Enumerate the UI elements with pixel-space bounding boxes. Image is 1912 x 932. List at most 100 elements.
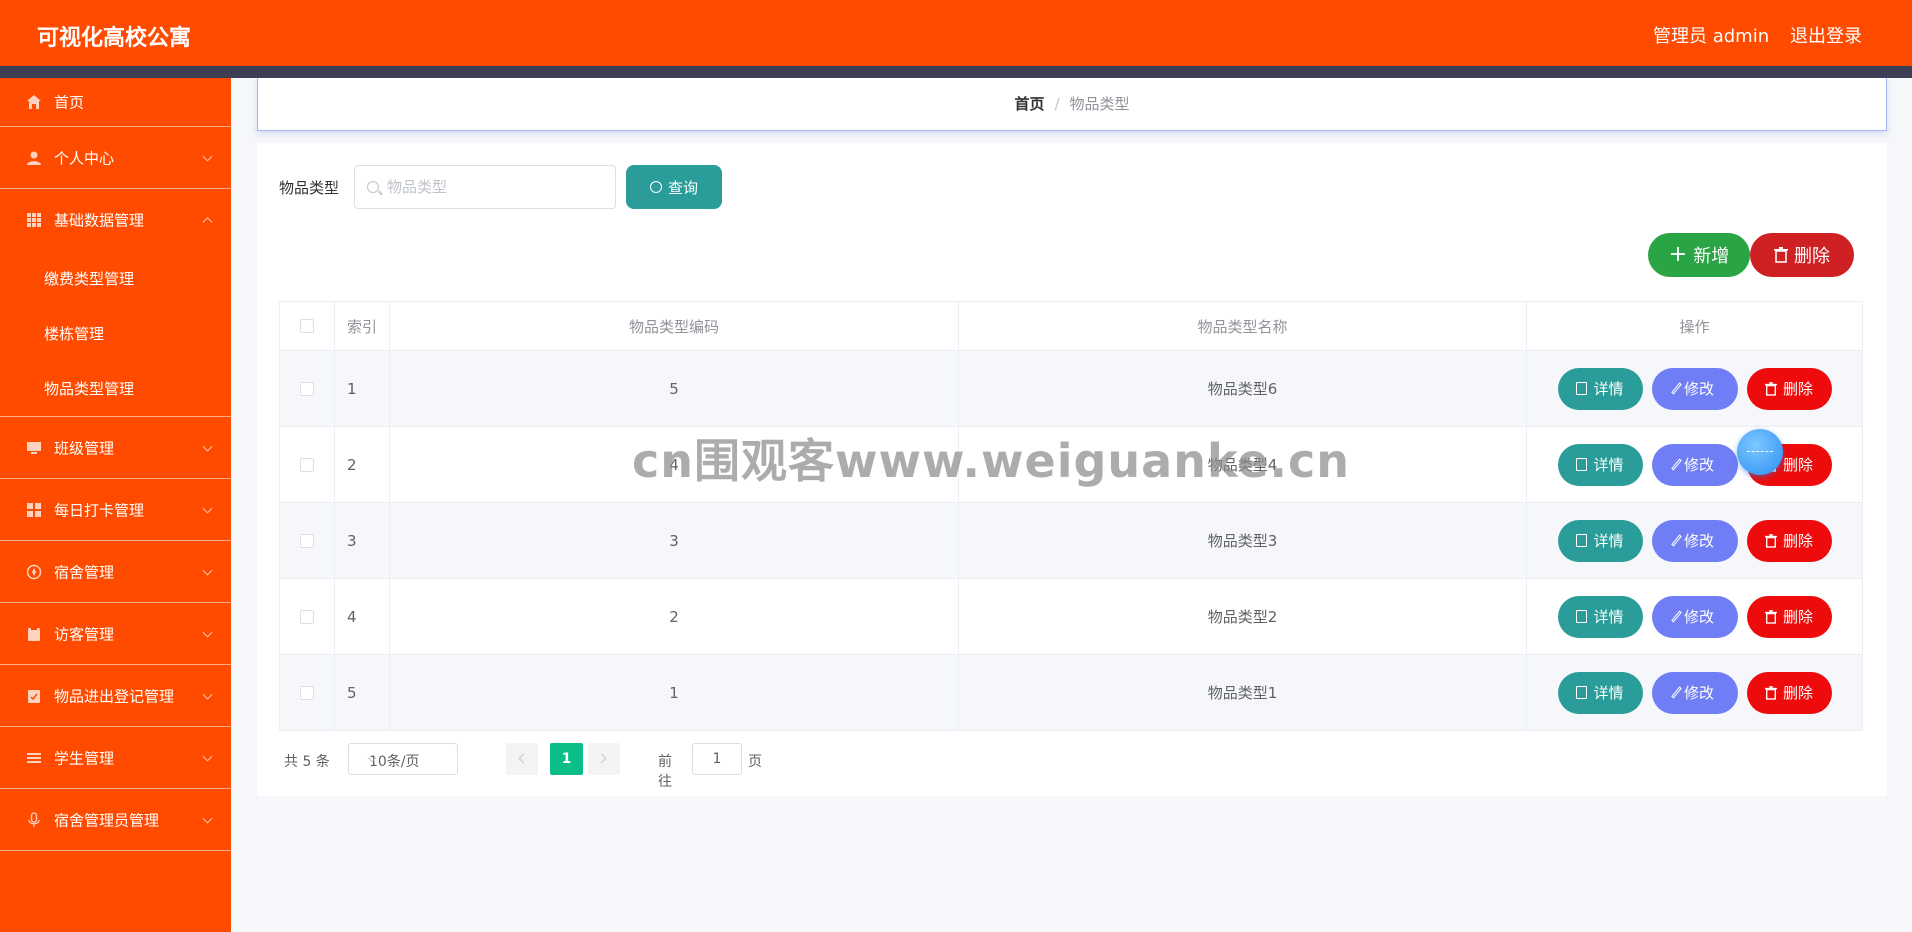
- sidebar-item-daily-checkin[interactable]: 每日打卡管理: [0, 479, 231, 541]
- document-icon: [1576, 458, 1588, 471]
- prev-page-button[interactable]: [506, 743, 538, 775]
- monitor-icon: [27, 441, 41, 454]
- cell-name: 物品类型2: [959, 579, 1527, 654]
- pencil-icon: [1671, 686, 1682, 699]
- sidebar-item-label: 物品进出登记管理: [54, 687, 175, 705]
- select-all-checkbox[interactable]: [300, 319, 314, 333]
- row-delete-button[interactable]: 删除: [1746, 367, 1832, 410]
- breadcrumb-current: 物品类型: [1069, 95, 1130, 113]
- cell-name: 物品类型6: [959, 351, 1527, 426]
- row-delete-button[interactable]: 删除: [1746, 519, 1832, 562]
- cell-code: 4: [390, 427, 959, 502]
- sidebar-item-students[interactable]: 学生管理: [0, 727, 231, 789]
- sidebar-item-item-registry[interactable]: 物品进出登记管理: [0, 665, 231, 727]
- breadcrumb-home[interactable]: 首页: [1014, 95, 1044, 113]
- sidebar-item-profile[interactable]: 个人中心: [0, 127, 231, 189]
- edit-button[interactable]: 修改: [1651, 367, 1738, 410]
- page-size-value: 10条/页: [369, 754, 420, 770]
- cell-code: 1: [390, 655, 959, 730]
- row-checkbox[interactable]: [300, 381, 314, 396]
- sidebar-item-classes[interactable]: 班级管理: [0, 417, 231, 479]
- mic-icon: [28, 811, 40, 827]
- row-checkbox[interactable]: [300, 609, 314, 624]
- plus-icon: +: [1668, 242, 1688, 267]
- cell-ops: 详情 修改 删除: [1527, 427, 1862, 502]
- row-check-cell: [280, 503, 335, 578]
- trash-icon: [1774, 247, 1788, 263]
- detail-button[interactable]: 详情: [1557, 367, 1643, 410]
- sidebar-item-visitors[interactable]: 访客管理: [0, 603, 231, 665]
- current-user: 管理员 admin: [1653, 26, 1770, 47]
- sidebar-item-basic-data[interactable]: 基础数据管理: [0, 189, 231, 251]
- app-title: 可视化高校公寓: [37, 26, 192, 51]
- detail-button-label: 详情: [1593, 608, 1624, 626]
- table-row: 5 1 物品类型1 详情 修改 删除: [280, 655, 1862, 731]
- sidebar-item-dorm-admins[interactable]: 宿舍管理员管理: [0, 789, 231, 851]
- detail-button[interactable]: 详情: [1557, 519, 1643, 562]
- cell-code: 2: [390, 579, 959, 654]
- cell-index: 2: [335, 427, 390, 502]
- sidebar-subitem-buildings[interactable]: 楼栋管理: [44, 323, 104, 344]
- header-check-cell: [280, 302, 335, 350]
- cell-index: 4: [335, 579, 390, 654]
- next-page-button[interactable]: [588, 743, 620, 775]
- header-name: 物品类型名称: [959, 302, 1527, 350]
- row-check-cell: [280, 351, 335, 426]
- add-button[interactable]: + 新增: [1648, 233, 1750, 277]
- document-icon: [1576, 610, 1588, 623]
- cell-index: 3: [335, 503, 390, 578]
- detail-button[interactable]: 详情: [1557, 443, 1643, 486]
- sidebar-item-label: 个人中心: [54, 149, 115, 167]
- table-header: 索引 物品类型编码 物品类型名称 操作: [280, 302, 1862, 351]
- query-button-label: 查询: [667, 178, 698, 197]
- row-checkbox[interactable]: [300, 685, 314, 700]
- page-size-select[interactable]: 10条/页: [348, 743, 458, 775]
- chevron-up-icon: [202, 217, 213, 228]
- floating-assist-bubble[interactable]: [1737, 429, 1783, 475]
- detail-button-label: 详情: [1593, 456, 1624, 474]
- search-input[interactable]: [387, 166, 607, 208]
- edit-button-label: 修改: [1683, 608, 1714, 626]
- sidebar-item-label: 每日打卡管理: [54, 501, 145, 519]
- cell-code: 3: [390, 503, 959, 578]
- edit-button[interactable]: 修改: [1651, 671, 1738, 714]
- detail-button[interactable]: 详情: [1557, 671, 1643, 714]
- chevron-down-icon: [202, 441, 213, 452]
- sidebar-subitem-item-types[interactable]: 物品类型管理: [44, 378, 134, 399]
- row-checkbox[interactable]: [300, 457, 314, 472]
- goto-page-input[interactable]: [692, 743, 742, 775]
- sidebar-item-label: 宿舍管理员管理: [54, 811, 160, 829]
- trash-icon: [1764, 381, 1777, 396]
- row-delete-button[interactable]: 删除: [1746, 595, 1832, 638]
- search-icon: [649, 181, 662, 193]
- query-button[interactable]: 查询: [626, 165, 722, 209]
- row-checkbox[interactable]: [300, 533, 314, 548]
- sidebar-item-dorms[interactable]: 宿舍管理: [0, 541, 231, 603]
- edit-button[interactable]: 修改: [1651, 443, 1738, 486]
- home-icon: [27, 95, 41, 109]
- edit-button[interactable]: 修改: [1651, 519, 1738, 562]
- header-index: 索引: [335, 302, 390, 350]
- search-icon: [367, 181, 379, 193]
- document-icon: [1576, 382, 1588, 395]
- item-types-table: 索引 物品类型编码 物品类型名称 操作 1 5 物品类型6 详情 修改 删除 2 4 物品类型4…: [279, 301, 1863, 731]
- row-delete-button[interactable]: 删除: [1746, 671, 1832, 714]
- edit-button[interactable]: 修改: [1651, 595, 1738, 638]
- detail-button[interactable]: 详情: [1557, 595, 1643, 638]
- logout-link[interactable]: 退出登录: [1790, 22, 1862, 48]
- page-number-current[interactable]: 1: [550, 743, 583, 775]
- delete-button[interactable]: 删除: [1750, 233, 1854, 277]
- row-delete-button-label: 删除: [1782, 380, 1813, 398]
- top-header: 可视化高校公寓 管理员 admin 退出登录: [0, 0, 1912, 66]
- document-icon: [1576, 534, 1588, 547]
- sidebar-item-label: 学生管理: [54, 749, 115, 767]
- row-check-cell: [280, 579, 335, 654]
- document-icon: [1576, 686, 1588, 699]
- sidebar-subitem-fee-types[interactable]: 缴费类型管理: [44, 268, 134, 289]
- row-delete-button-label: 删除: [1782, 456, 1813, 474]
- list-icon: [27, 752, 41, 763]
- sidebar-item-home[interactable]: 首页: [0, 78, 231, 127]
- search-field[interactable]: [354, 165, 616, 209]
- sidebar-item-label: 首页: [54, 93, 85, 112]
- breadcrumb: 首页 / 物品类型: [257, 78, 1887, 131]
